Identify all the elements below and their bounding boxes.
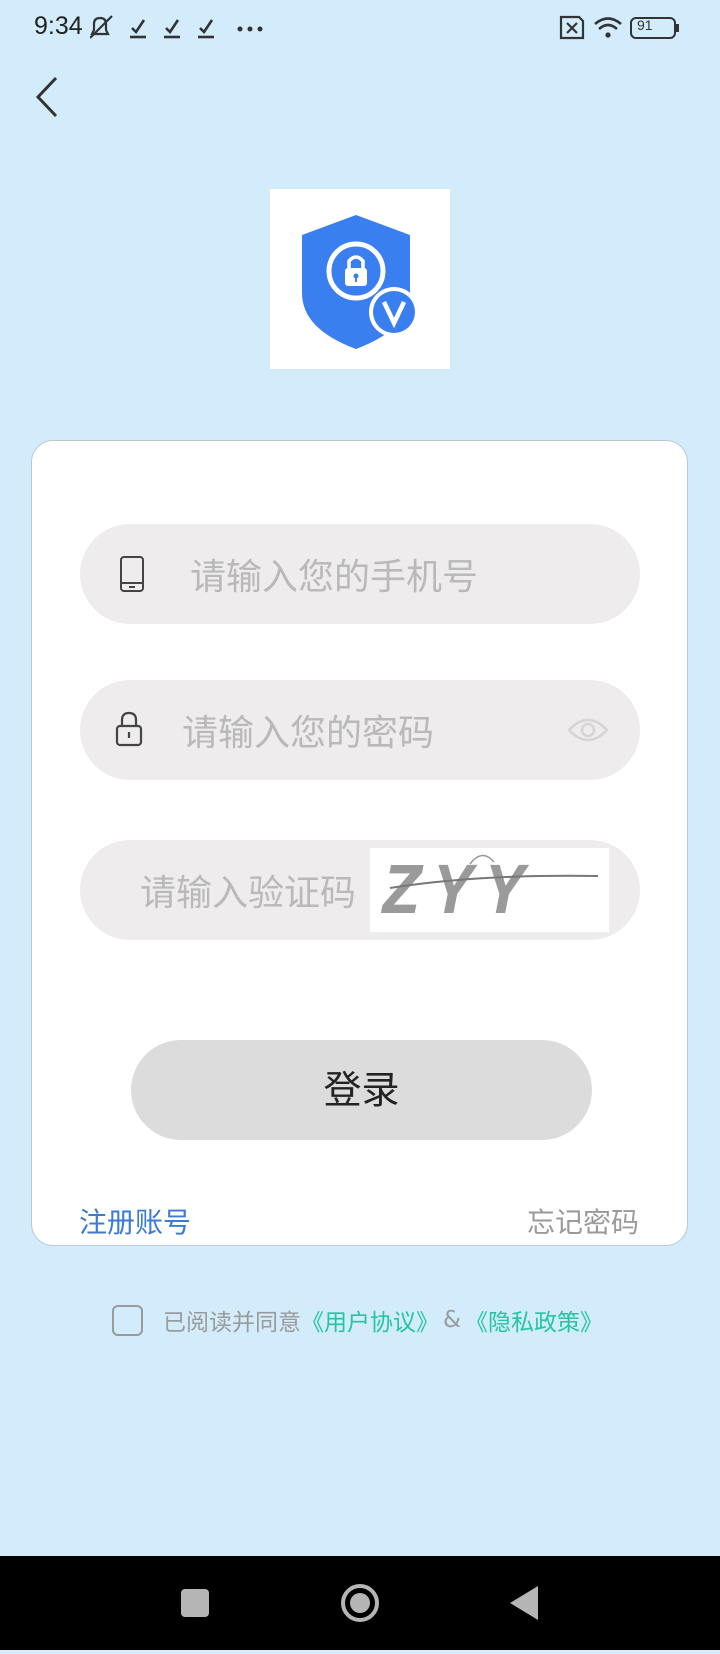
- privacy-policy-link[interactable]: 《隐私政策》: [465, 1303, 603, 1337]
- chevron-left-icon: [35, 76, 58, 118]
- captcha-image[interactable]: ZYY: [370, 848, 609, 932]
- captcha-noise: [389, 854, 599, 889]
- agreement-checkbox[interactable]: [112, 1304, 143, 1336]
- recents-button: [181, 1589, 209, 1617]
- lock-icon: [115, 711, 143, 747]
- app-logo: [270, 189, 450, 369]
- captcha-field[interactable]: 请输入验证码 ZYY: [80, 840, 640, 940]
- back-nav-button: [510, 1586, 538, 1620]
- sim-off-icon: [559, 15, 585, 40]
- battery-level: 91: [637, 17, 653, 33]
- agreement-row: 已阅读并同意 《用户协议》 & 《隐私政策》: [112, 1304, 603, 1336]
- check-icon: [130, 19, 146, 39]
- login-button[interactable]: 登录: [131, 1040, 592, 1140]
- more-icon: [237, 26, 263, 32]
- system-nav-bar: [0, 1556, 720, 1650]
- status-icons-left: [89, 14, 270, 48]
- eye-icon[interactable]: [566, 712, 610, 748]
- agreement-prefix: 已阅读并同意: [163, 1310, 301, 1336]
- password-placeholder: 请输入您的密码: [182, 713, 435, 754]
- back-button[interactable]: [30, 70, 70, 124]
- wifi-icon: [594, 17, 622, 38]
- user-agreement-link[interactable]: 《用户协议》: [301, 1303, 439, 1337]
- login-card: 请输入您的手机号 请输入您的密码 请输入验证码 ZYY 登录 注册账号 忘记密码: [31, 440, 688, 1246]
- forgot-password-link[interactable]: 忘记密码: [527, 1201, 639, 1241]
- bell-off-icon: [89, 15, 113, 39]
- phone-icon: [120, 556, 144, 592]
- phone-placeholder: 请输入您的手机号: [190, 557, 479, 598]
- password-field[interactable]: 请输入您的密码: [80, 680, 640, 780]
- status-time: 9:34: [34, 12, 83, 40]
- status-icons-right: 91: [557, 14, 682, 46]
- register-link[interactable]: 注册账号: [79, 1201, 191, 1241]
- phone-field[interactable]: 请输入您的手机号: [80, 524, 640, 624]
- agreement-amp: &: [443, 1307, 461, 1333]
- captcha-placeholder: 请输入验证码: [140, 873, 357, 914]
- check-icon: [198, 19, 214, 39]
- check-icon: [164, 19, 180, 39]
- shield-lock-verified-icon: [302, 215, 419, 349]
- home-button: [341, 1584, 379, 1622]
